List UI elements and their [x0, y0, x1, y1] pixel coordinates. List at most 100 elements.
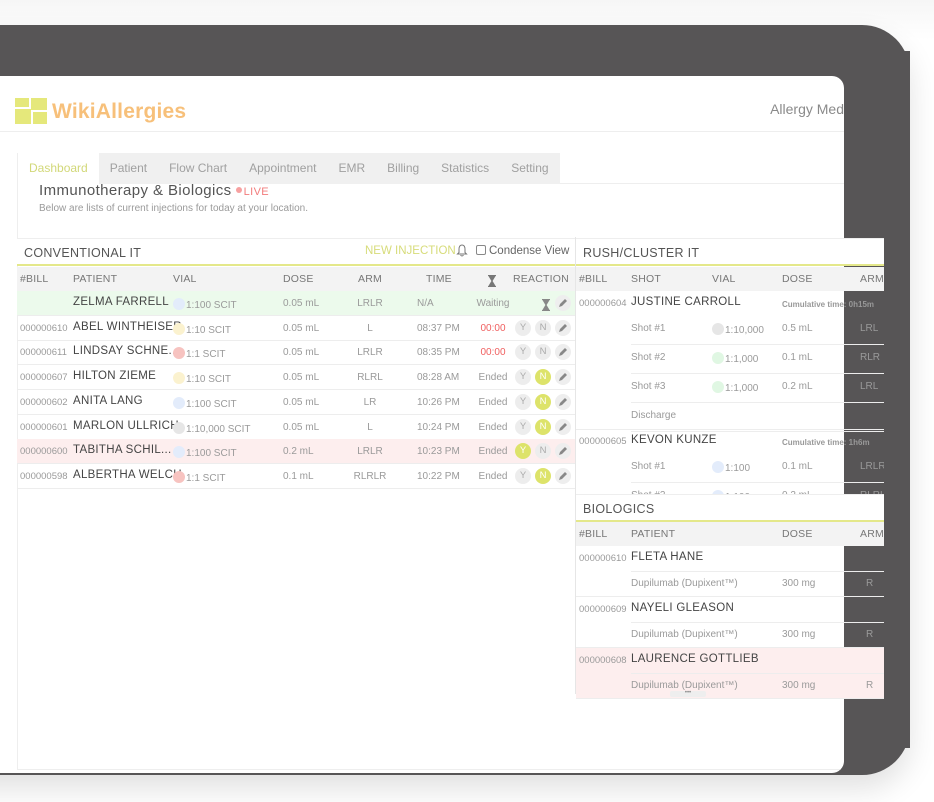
col-bill[interactable]: #BILL — [20, 273, 48, 285]
patient-name[interactable]: JUSTINE CARROLL — [631, 296, 741, 308]
shot-row[interactable]: Discharge — [631, 403, 884, 432]
stage: WikiAllergies Allergy Med Dashboard Pati… — [0, 0, 934, 802]
tab-dashboard[interactable]: Dashboard — [17, 153, 99, 184]
condense-view-checkbox[interactable] — [476, 245, 486, 255]
tab-appointment[interactable]: Appointment — [238, 153, 327, 184]
tab-billing[interactable]: Billing — [376, 153, 430, 184]
edit-pencil-icon[interactable] — [555, 295, 571, 311]
edit-pencil-icon[interactable] — [555, 319, 571, 336]
col-reaction[interactable]: REACTION — [513, 273, 569, 285]
rush-patient-row[interactable]: 000000605 KEVON KUNZE Cumulative time: 1h6… — [576, 429, 884, 454]
dose: 0.05 mL — [283, 298, 320, 309]
patient-name[interactable]: ABEL WINTHEISER — [73, 321, 182, 333]
col-patient[interactable]: PATIENT — [73, 273, 117, 285]
vial: 1:100 SCIT — [173, 298, 237, 311]
time: 10:24 PM — [417, 421, 460, 433]
injection-row[interactable]: 000000598 ALBERTHA WELCH 1:1 SCIT 0.1 mL RLR… — [17, 464, 575, 489]
organization-name[interactable]: Allergy Med — [770, 101, 844, 117]
reaction-no-button[interactable]: N — [535, 418, 551, 435]
biologic-drug-row[interactable]: Dupilumab (Dupixent™) 300 mg R — [576, 622, 884, 648]
patient-name[interactable]: LAURENCE GOTTLIEB — [631, 653, 759, 665]
reaction-yes-button[interactable]: Y — [515, 319, 531, 336]
shot-row[interactable]: Shot #1 1:100 0.1 mL LRLR — [631, 454, 884, 483]
tab-setting[interactable]: Setting — [500, 153, 559, 184]
patient-name[interactable]: ANITA LANG — [73, 395, 143, 407]
col-arm[interactable]: ARM — [860, 273, 884, 285]
patient-name[interactable]: NAYELI GLEASON — [631, 602, 734, 614]
condense-view-toggle[interactable]: Condense View — [476, 245, 569, 257]
col-dose[interactable]: DOSE — [782, 273, 813, 285]
reaction-yes-button[interactable]: Y — [515, 443, 531, 460]
biologic-patient-row[interactable]: 000000608 LAURENCE GOTTLIEB — [576, 648, 884, 673]
live-badge: LIVE — [243, 186, 270, 198]
biologic-patient-row[interactable]: 000000609 NAYELI GLEASON — [576, 597, 884, 622]
injection-row[interactable]: 000000600 TABITHA SCHIL... 1:100 SCIT 0.2 m… — [17, 439, 575, 465]
col-vial[interactable]: VIAL — [173, 273, 197, 285]
col-dose[interactable]: DOSE — [283, 273, 314, 285]
dose: 0.05 mL — [283, 421, 320, 433]
rush-patient-row[interactable]: 000000604 JUSTINE CARROLL Cumulative time:… — [576, 291, 884, 316]
patient-name[interactable]: LINDSAY SCHNE... — [73, 345, 179, 357]
vial: 1:10 SCIT — [173, 372, 231, 385]
patient-name[interactable]: ZELMA FARRELL — [73, 296, 169, 308]
col-bill[interactable]: #BILL — [579, 528, 607, 540]
reaction-no-button[interactable]: N — [535, 443, 551, 460]
reaction-yes-button[interactable]: Y — [515, 393, 531, 410]
col-vial[interactable]: VIAL — [712, 273, 736, 285]
edit-pencil-icon[interactable] — [555, 418, 571, 435]
injection-row[interactable]: 000000601 MARLON ULLRICH 1:10,000 SCIT 0.05… — [17, 415, 575, 440]
patient-name[interactable]: KEVON KUNZE — [631, 434, 717, 446]
patient-name[interactable]: TABITHA SCHIL... — [73, 444, 172, 456]
hourglass-icon[interactable] — [484, 272, 496, 287]
vial-color-dot — [712, 352, 724, 364]
patient-name[interactable]: MARLON ULLRICH — [73, 420, 179, 432]
tab-statistics[interactable]: Statistics — [430, 153, 500, 184]
new-injection-button[interactable]: NEW INJECTION — [365, 245, 456, 257]
reaction-yes-button[interactable]: Y — [515, 418, 531, 435]
reaction-no-button[interactable]: N — [535, 319, 551, 336]
condense-view-label: Condense View — [489, 245, 570, 257]
injection-row[interactable]: 000000610 ABEL WINTHEISER 1:10 SCIT 0.05 mL… — [17, 316, 575, 341]
col-shot[interactable]: SHOT — [631, 273, 661, 285]
page-subtitle: Below are lists of current injections fo… — [39, 203, 309, 214]
biologic-drug-row[interactable]: Dupilumab (Dupixent™) 300 mg R — [576, 673, 884, 699]
col-arm[interactable]: ARM — [860, 528, 884, 540]
col-time[interactable]: TIME — [426, 273, 452, 285]
shot-row[interactable]: Shot #3 1:1,000 0.2 mL LRL — [631, 374, 884, 403]
reaction-no-button[interactable]: N — [535, 344, 551, 361]
edit-pencil-icon[interactable] — [555, 443, 571, 460]
edit-pencil-icon[interactable] — [555, 344, 571, 361]
reaction-no-button[interactable]: N — [535, 467, 551, 484]
reaction-yes-button[interactable]: Y — [515, 467, 531, 484]
biologic-drug-row[interactable]: Dupilumab (Dupixent™) 300 mg R — [576, 571, 884, 597]
col-dose[interactable]: DOSE — [782, 528, 813, 540]
tab-patient[interactable]: Patient — [99, 153, 158, 184]
reaction-no-button[interactable]: N — [535, 369, 551, 386]
injection-row[interactable]: 000000611 LINDSAY SCHNE... 1:1 SCIT 0.05 mL… — [17, 340, 575, 366]
patient-name[interactable]: FLETA HANE — [631, 551, 703, 563]
injection-row[interactable]: 000000602 ANITA LANG 1:100 SCIT 0.05 mL LR 10… — [17, 390, 575, 415]
shot-row[interactable]: Shot #2 1:1,000 0.1 mL RLR — [631, 345, 884, 374]
tab-emr[interactable]: EMR — [327, 153, 376, 184]
col-arm[interactable]: ARM — [358, 273, 382, 285]
patient-name[interactable]: ALBERTHA WELCH — [73, 469, 182, 481]
reaction-yes-button[interactable]: Y — [515, 369, 531, 386]
reaction-no-button[interactable]: N — [535, 393, 551, 410]
tab-flow-chart[interactable]: Flow Chart — [158, 153, 238, 184]
bell-icon[interactable] — [456, 244, 468, 260]
col-bill[interactable]: #BILL — [579, 273, 607, 285]
injection-row[interactable]: 000000607 HILTON ZIEME 1:10 SCIT 0.05 mL RLR… — [17, 365, 575, 391]
patient-name[interactable]: HILTON ZIEME — [73, 370, 156, 382]
col-patient[interactable]: PATIENT — [631, 528, 675, 540]
arm: LR — [363, 396, 377, 408]
shot-label: Discharge — [631, 410, 677, 421]
shot-row[interactable]: Shot #1 1:10,000 0.5 mL LRL — [631, 316, 884, 345]
biologic-patient-row[interactable]: 000000610 FLETA HANE — [576, 546, 884, 571]
edit-pencil-icon[interactable] — [555, 369, 571, 386]
edit-pencil-icon[interactable] — [555, 467, 571, 484]
scroll-handle[interactable]: ••• — [670, 690, 706, 697]
reaction-yes-button[interactable]: Y — [515, 344, 531, 361]
vial: 1:1,000 — [712, 352, 758, 365]
injection-row[interactable]: ZELMA FARRELL 1:100 SCIT 0.05 mL LRLR N/A Wai… — [17, 291, 575, 316]
edit-pencil-icon[interactable] — [555, 393, 571, 410]
